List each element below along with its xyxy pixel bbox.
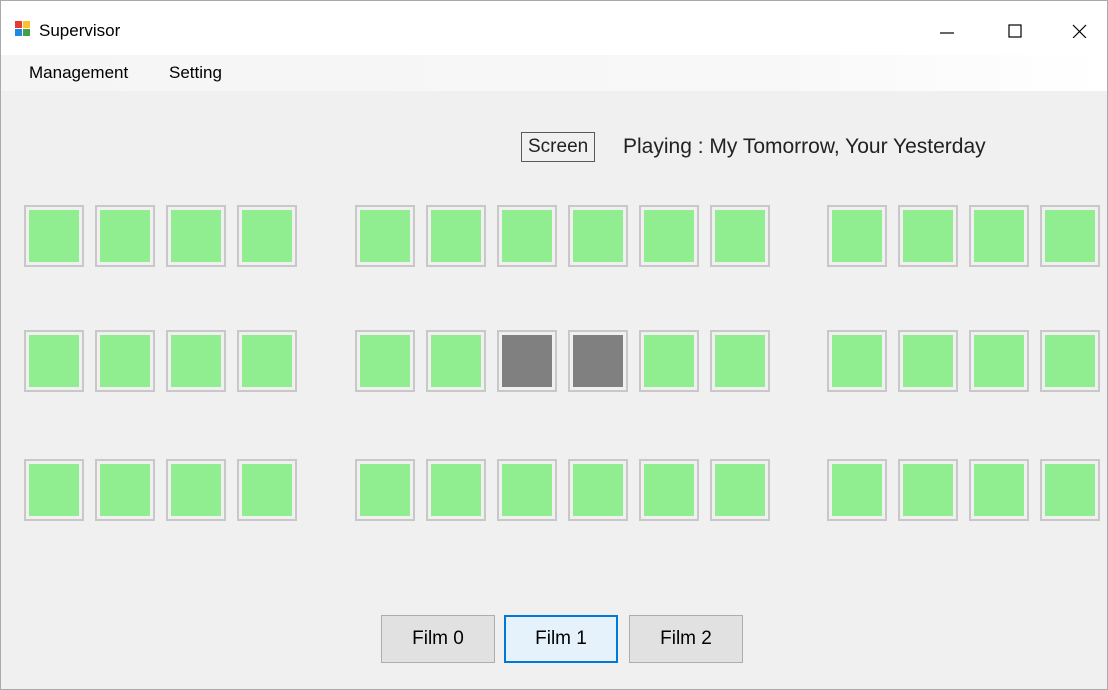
title-bar[interactable]: Supervisor: [1, 1, 1107, 55]
seat-available[interactable]: [639, 205, 699, 267]
seat-occupied[interactable]: [497, 330, 557, 392]
seat-available[interactable]: [827, 205, 887, 267]
seat-available[interactable]: [710, 459, 770, 521]
seat-occupied[interactable]: [568, 330, 628, 392]
seat-available[interactable]: [969, 459, 1029, 521]
seat-available[interactable]: [355, 330, 415, 392]
app-window: Supervisor Management Setting Screen Pla…: [0, 0, 1108, 690]
seat-available[interactable]: [1040, 459, 1100, 521]
seat-available[interactable]: [237, 459, 297, 521]
seat-available[interactable]: [827, 330, 887, 392]
seat-available[interactable]: [1040, 330, 1100, 392]
menu-setting[interactable]: Setting: [169, 63, 222, 83]
window-title: Supervisor: [39, 21, 121, 40]
seat-available[interactable]: [95, 330, 155, 392]
app-window-icon: [15, 21, 31, 37]
seat-available[interactable]: [24, 459, 84, 521]
seat-available[interactable]: [710, 330, 770, 392]
film-0-button[interactable]: Film 0: [381, 615, 495, 663]
seat-available[interactable]: [827, 459, 887, 521]
seat-available[interactable]: [95, 459, 155, 521]
seat-available[interactable]: [969, 205, 1029, 267]
seat-available[interactable]: [166, 205, 226, 267]
close-button[interactable]: [1059, 15, 1099, 45]
menu-bar: Management Setting: [1, 55, 1107, 91]
film-1-button[interactable]: Film 1: [504, 615, 618, 663]
seat-available[interactable]: [95, 205, 155, 267]
seat-available[interactable]: [497, 205, 557, 267]
minimize-button[interactable]: [927, 15, 967, 45]
seat-available[interactable]: [710, 205, 770, 267]
seat-available[interactable]: [898, 459, 958, 521]
maximize-icon: [1008, 24, 1022, 38]
now-playing-label: Playing : My Tomorrow, Your Yesterday: [623, 135, 986, 158]
seat-available[interactable]: [1040, 205, 1100, 267]
minimize-icon: [940, 32, 954, 34]
film-2-button[interactable]: Film 2: [629, 615, 743, 663]
seat-available[interactable]: [898, 330, 958, 392]
seat-available[interactable]: [355, 459, 415, 521]
seat-available[interactable]: [639, 459, 699, 521]
seat-available[interactable]: [497, 459, 557, 521]
seat-available[interactable]: [166, 459, 226, 521]
seat-available[interactable]: [639, 330, 699, 392]
seat-available[interactable]: [426, 205, 486, 267]
seat-available[interactable]: [24, 330, 84, 392]
close-icon: [1072, 24, 1087, 38]
maximize-button[interactable]: [995, 15, 1035, 45]
seat-available[interactable]: [166, 330, 226, 392]
seat-available[interactable]: [426, 330, 486, 392]
seat-available[interactable]: [355, 205, 415, 267]
seat-available[interactable]: [898, 205, 958, 267]
seat-available[interactable]: [969, 330, 1029, 392]
seat-available[interactable]: [237, 205, 297, 267]
seat-available[interactable]: [237, 330, 297, 392]
seat-available[interactable]: [426, 459, 486, 521]
screen-label: Screen: [521, 132, 596, 162]
seat-available[interactable]: [568, 205, 628, 267]
seat-available[interactable]: [568, 459, 628, 521]
menu-management[interactable]: Management: [29, 63, 128, 83]
seat-available[interactable]: [24, 205, 84, 267]
